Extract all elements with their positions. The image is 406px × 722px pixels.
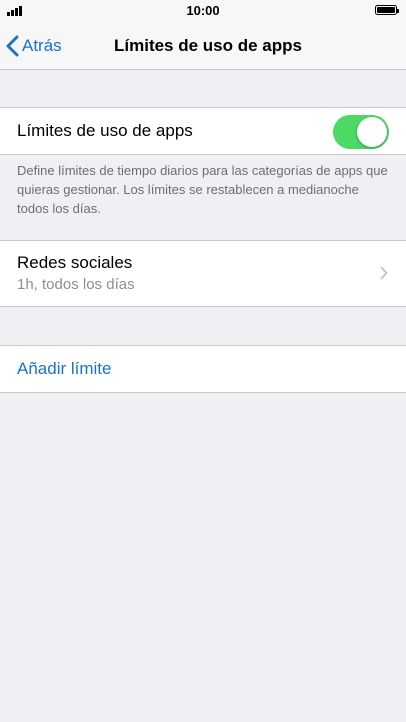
limit-row-social[interactable]: Redes sociales 1h, todos los días: [0, 240, 406, 307]
limits-toggle-row: Límites de uso de apps: [0, 107, 406, 155]
add-limit-row[interactable]: Añadir límite: [0, 345, 406, 393]
chevron-right-icon: [380, 266, 388, 280]
limits-toggle-switch[interactable]: [333, 115, 389, 149]
navigation-bar: Atrás Límites de uso de apps: [0, 22, 406, 70]
toggle-knob: [357, 117, 387, 147]
battery-icon: [375, 5, 399, 15]
status-bar: 10:00: [0, 0, 406, 22]
limit-row-subtitle: 1h, todos los días: [17, 276, 135, 293]
limits-toggle-label: Límites de uso de apps: [17, 121, 193, 140]
limit-row-title: Redes sociales: [17, 253, 133, 272]
page-title: Límites de uso de apps: [114, 36, 302, 55]
limits-description: Define límites de tiempo diarios para la…: [17, 163, 388, 216]
add-limit-button[interactable]: Añadir límite: [17, 359, 111, 379]
status-time: 10:00: [186, 3, 220, 18]
